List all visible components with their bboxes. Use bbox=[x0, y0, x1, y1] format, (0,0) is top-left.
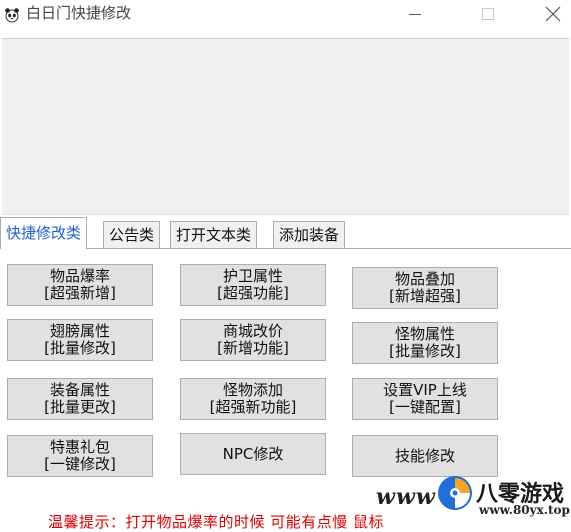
minimize-button[interactable] bbox=[392, 0, 438, 28]
tab-quick-modify[interactable]: 快捷修改类 bbox=[0, 217, 88, 249]
tab-strip: 快捷修改类 公告类 打开文本类 添加装备 bbox=[0, 217, 571, 249]
tab-add-equipment[interactable]: 添加装备 bbox=[273, 221, 346, 248]
npc-modify-button[interactable]: NPC修改 bbox=[180, 433, 326, 475]
panda-icon bbox=[5, 8, 19, 23]
maximize-button[interactable] bbox=[465, 0, 511, 28]
add-monster-button[interactable]: 怪物添加 [超强新功能] bbox=[180, 378, 326, 420]
tab-open-text[interactable]: 打开文本类 bbox=[170, 221, 258, 248]
maximize-icon bbox=[482, 8, 494, 20]
vip-login-button[interactable]: 设置VIP上线 [一键配置] bbox=[352, 378, 498, 420]
tab-announcement[interactable]: 公告类 bbox=[103, 221, 161, 248]
wing-attributes-button[interactable]: 翅膀属性 [批量修改] bbox=[7, 319, 153, 361]
window-title: 白日门快捷修改 bbox=[26, 4, 132, 22]
output-panel bbox=[2, 38, 569, 215]
site-watermark: www 八零游戏 www.80yx.top bbox=[376, 470, 571, 531]
title-bar: 白日门快捷修改 bbox=[0, 0, 571, 30]
minimize-icon bbox=[409, 14, 421, 15]
monster-attributes-button[interactable]: 怪物属性 [批量修改] bbox=[352, 322, 498, 364]
item-stack-button[interactable]: 物品叠加 [新增超强] bbox=[352, 267, 498, 309]
equipment-attributes-button[interactable]: 装备属性 [批量更改] bbox=[7, 378, 153, 420]
warning-notice: 温馨提示：打开物品爆率的时候 可能有点慢 鼠标 bbox=[48, 513, 385, 531]
watermark-url: www.80yx.top bbox=[479, 503, 570, 517]
watermark-www: www bbox=[376, 484, 436, 510]
guard-attributes-button[interactable]: 护卫属性 [超强功能] bbox=[180, 264, 326, 306]
shop-price-button[interactable]: 商城改价 [新增功能] bbox=[180, 319, 326, 361]
close-icon bbox=[545, 6, 561, 22]
close-button[interactable] bbox=[530, 0, 571, 28]
item-drop-rate-button[interactable]: 物品爆率 [超强新增] bbox=[7, 264, 153, 306]
gift-pack-button[interactable]: 特惠礼包 [一键修改] bbox=[7, 435, 153, 477]
swirl-logo-icon bbox=[438, 476, 472, 510]
